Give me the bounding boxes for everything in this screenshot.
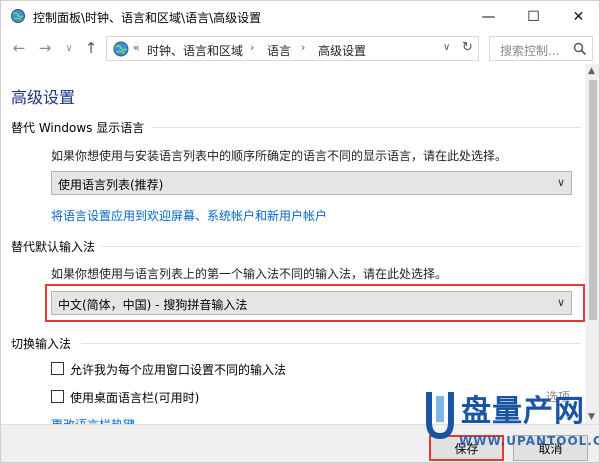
annotation-highlight-box [45,284,585,322]
arrow-right-icon: → [38,39,52,57]
breadcrumb-separator-icon[interactable]: › [250,41,254,54]
apply-language-settings-link[interactable]: 将语言设置应用到欢迎屏幕、系统帐户和新用户帐户 [51,207,327,224]
breadcrumb-item-clock-language-region[interactable]: 时钟、语言和区域 [147,42,243,59]
forward-button[interactable]: → [35,38,55,58]
section-title-display-language: 替代 Windows 显示语言 [11,121,145,135]
save-button[interactable]: 保存 [429,435,504,461]
section-divider [81,343,581,344]
per-app-input-method-label[interactable]: 允许我为每个应用窗口设置不同的输入法 [70,361,286,378]
control-panel-globe-icon [113,41,129,57]
maximize-icon: ☐ [527,8,540,25]
display-language-select[interactable]: 使用语言列表(推荐) ∨ [51,171,572,195]
search-placeholder: 搜索控制... [500,44,560,58]
breadcrumb-overflow[interactable]: « [133,41,140,54]
control-panel-globe-icon [11,9,25,23]
page-title: 高级设置 [11,88,76,107]
up-button[interactable]: ↑ [81,38,101,58]
section-divider [151,127,581,128]
display-language-select-value: 使用语言列表(推荐) [58,178,164,192]
arrow-up-icon: ↑ [84,39,98,57]
section-divider [101,246,581,247]
scroll-down-icon[interactable]: ▼ [588,412,595,422]
scroll-up-icon[interactable]: ▲ [588,66,595,76]
recent-locations-button[interactable]: ∨ [59,38,79,58]
scrollbar-thumb[interactable] [589,80,597,320]
arrow-left-icon: ← [12,39,26,57]
section-title-switch-input: 切换输入法 [11,337,72,351]
refresh-icon: ↻ [462,40,473,55]
vertical-scrollbar[interactable]: ▲ ▼ [585,64,599,424]
desktop-language-bar-checkbox[interactable] [51,390,64,403]
close-button[interactable]: ✕ [556,1,599,32]
desktop-language-bar-label[interactable]: 使用桌面语言栏(可用时) [70,389,199,406]
language-bar-options-link[interactable]: 选项 [546,388,570,405]
breadcrumb-separator-icon[interactable]: › [301,41,305,54]
section-title-default-input: 替代默认输入法 [11,240,96,254]
breadcrumb-item-language[interactable]: 语言 [267,42,291,59]
change-language-bar-hotkeys-link[interactable]: 更改语言栏热键 [51,416,135,424]
chevron-down-icon: ∨ [65,42,73,54]
desktop-language-bar-checkbox-row[interactable]: 使用桌面语言栏(可用时) [51,389,351,405]
maximize-button[interactable]: ☐ [511,1,556,32]
window-title: 控制面板\时钟、语言和区域\语言\高级设置 [33,11,262,25]
refresh-button[interactable]: ↻ [462,40,473,55]
navigation-bar: ← → ∨ ↑ « 时钟、语言和区域 › 语言 › 高级设置 ∨ ↻ 搜索控制.… [1,32,599,64]
breadcrumb-item-advanced-settings[interactable]: 高级设置 [318,42,366,59]
address-history-button[interactable]: ∨ [443,42,450,53]
display-language-description: 如果你想使用与安装语言列表中的顺序所确定的语言不同的显示语言，请在此处选择。 [51,149,508,163]
minimize-icon: — [481,8,496,25]
search-input[interactable]: 搜索控制... [489,36,593,61]
title-bar: 控制面板\时钟、语言和区域\语言\高级设置 — ☐ ✕ [1,1,599,32]
chevron-down-icon: ∨ [443,42,451,53]
default-input-description: 如果你想使用与语言列表上的第一个输入法不同的输入法，请在此处选择。 [51,267,448,281]
chevron-down-icon: ∨ [556,176,565,189]
cancel-button[interactable]: 取消 [513,435,588,461]
close-icon: ✕ [572,8,585,25]
back-button[interactable]: ← [9,38,29,58]
per-app-input-method-checkbox[interactable] [51,362,64,375]
search-icon[interactable] [573,42,587,56]
advanced-settings-window: 控制面板\时钟、语言和区域\语言\高级设置 — ☐ ✕ ← → ∨ ↑ « 时钟… [0,0,600,463]
dialog-button-bar: 保存 取消 [1,424,599,462]
per-app-input-method-checkbox-row[interactable]: 允许我为每个应用窗口设置不同的输入法 [51,361,451,377]
settings-content: 高级设置 替代 Windows 显示语言 如果你想使用与安装语言列表中的顺序所确… [1,64,599,424]
minimize-button[interactable]: — [466,1,511,32]
address-bar[interactable]: « 时钟、语言和区域 › 语言 › 高级设置 ∨ ↻ [106,36,479,61]
